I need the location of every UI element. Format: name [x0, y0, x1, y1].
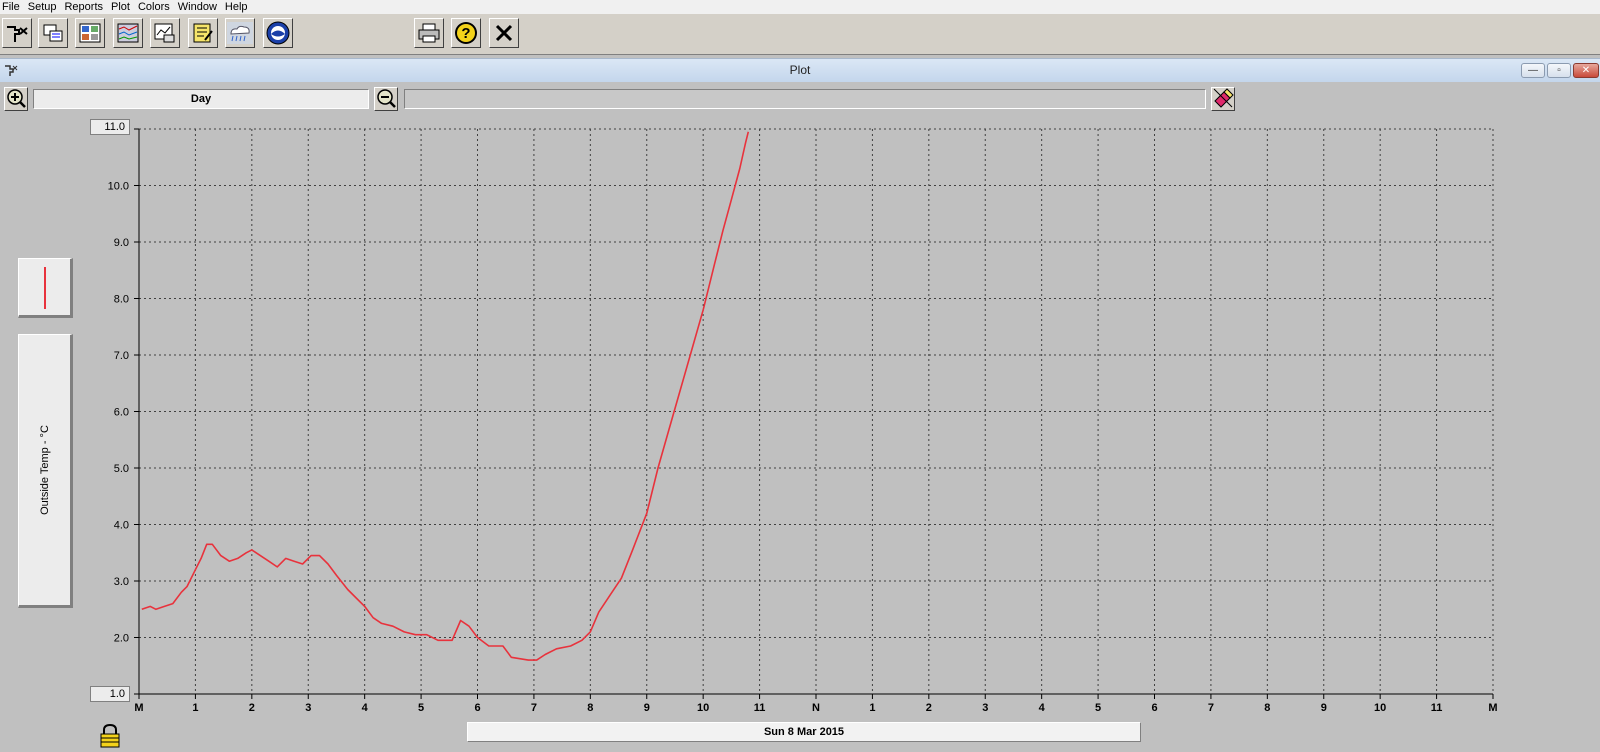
lock-button[interactable] — [97, 723, 123, 752]
x-tick-label: 1 — [192, 702, 198, 714]
y-tick-label: 4.0 — [114, 520, 129, 532]
x-tick-label: 4 — [1039, 702, 1046, 714]
x-tick-label: 2 — [249, 702, 255, 714]
x-tick-label: 10 — [1374, 702, 1386, 714]
x-tick-label: M — [134, 702, 143, 714]
x-tick-label: 11 — [754, 702, 766, 714]
x-tick-label: 5 — [1095, 702, 1101, 714]
x-tick-label: 11 — [1431, 702, 1443, 714]
y-tick-label: 6.0 — [114, 407, 129, 419]
x-tick-label: M — [1488, 702, 1497, 714]
x-tick-label: 3 — [305, 702, 311, 714]
y-tick-label: 9.0 — [114, 237, 129, 249]
x-tick-label: 8 — [1264, 702, 1270, 714]
x-tick-label: 3 — [982, 702, 988, 714]
x-tick-label: 9 — [644, 702, 650, 714]
x-tick-label: 7 — [1208, 702, 1214, 714]
date-label[interactable]: Sun 8 Mar 2015 — [467, 722, 1141, 742]
x-tick-label: 8 — [587, 702, 593, 714]
y-tick-label: 8.0 — [114, 294, 129, 306]
x-tick-label: 4 — [362, 702, 369, 714]
y-tick-label: 3.0 — [114, 576, 129, 588]
x-tick-label: 6 — [1151, 702, 1157, 714]
x-tick-label: N — [812, 702, 820, 714]
y-tick-label: 7.0 — [114, 350, 129, 362]
lock-icon — [98, 723, 122, 752]
x-tick-label: 5 — [418, 702, 424, 714]
y-tick-label: 10.0 — [108, 181, 129, 193]
x-tick-label: 10 — [697, 702, 709, 714]
x-tick-label: 6 — [474, 702, 480, 714]
x-tick-label: 9 — [1321, 702, 1327, 714]
x-tick-label: 1 — [869, 702, 875, 714]
y-tick-label: 5.0 — [114, 463, 129, 475]
temperature-plot: 10.0 9.0 8.0 7.0 6.0 5.0 4.0 3.0 2.0 M 1 2 3 4 5 6 7 8 9 10… — [108, 128, 1498, 714]
x-tick-label: 7 — [531, 702, 537, 714]
x-tick-label: 2 — [926, 702, 932, 714]
y-tick-label: 2.0 — [114, 633, 129, 645]
